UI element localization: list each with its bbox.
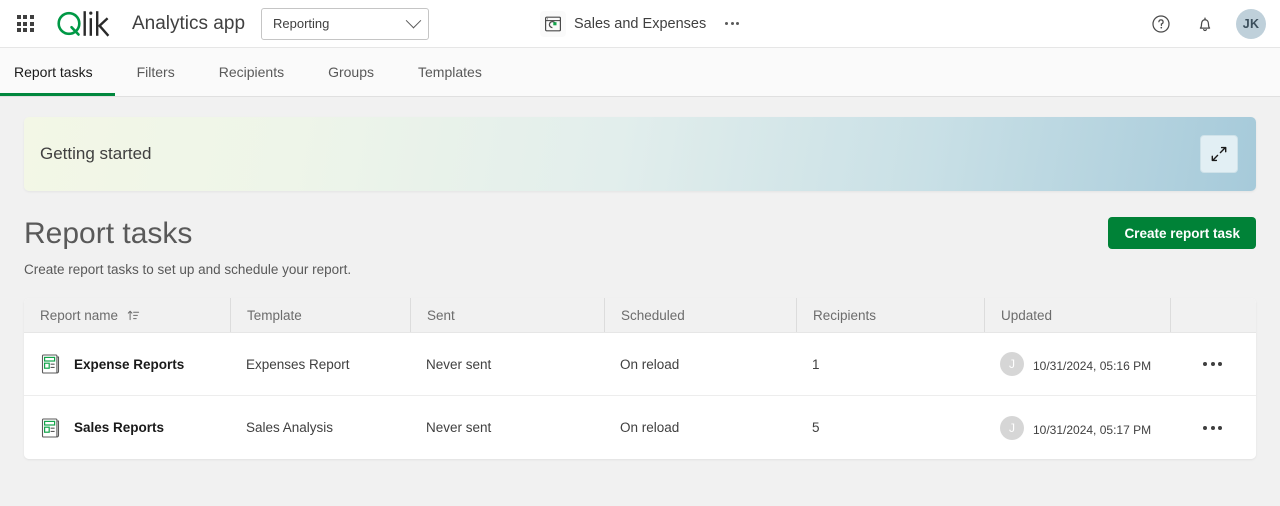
cell-scheduled: On reload — [620, 420, 680, 435]
getting-started-banner[interactable]: Getting started — [24, 117, 1256, 191]
sort-ascending-icon — [127, 310, 140, 320]
cell-sent: Never sent — [426, 356, 492, 372]
cell-recipients: 5 — [812, 420, 820, 435]
report-document-icon — [41, 417, 60, 438]
bell-icon — [1199, 16, 1211, 31]
tab-templates[interactable]: Templates — [396, 48, 504, 96]
cell-template: Expenses Report — [246, 356, 350, 372]
page-header: Report tasks Create report tasks to set … — [24, 217, 1256, 277]
column-header-sent-label: Sent — [427, 307, 455, 323]
app-launcher-button[interactable] — [10, 9, 40, 39]
expand-icon — [1211, 146, 1227, 162]
column-header-report-name-label: Report name — [40, 307, 119, 323]
tab-recipients[interactable]: Recipients — [197, 48, 306, 96]
space-selector-value: Reporting — [273, 16, 330, 31]
column-header-recipients[interactable]: Recipients — [796, 298, 984, 332]
sheet-chart-icon-svg — [545, 16, 562, 31]
expand-banner-button[interactable] — [1200, 135, 1238, 173]
getting-started-title: Getting started — [40, 144, 152, 163]
create-report-task-button[interactable]: Create report task — [1108, 217, 1256, 249]
help-icon — [1152, 14, 1170, 33]
updated-details: 10/31/2024, 05:16 PM — [1033, 355, 1151, 373]
table-header-row: Report name Template Sent Scheduled Reci… — [24, 298, 1256, 333]
row-more-options-button[interactable] — [1199, 418, 1226, 438]
report-name-label: Expense Reports — [74, 356, 185, 372]
grid-icon — [16, 15, 34, 32]
updated-by-avatar: J — [1000, 352, 1024, 376]
app-title: Analytics app — [132, 12, 246, 34]
help-button[interactable] — [1148, 11, 1174, 37]
updated-timestamp: 10/31/2024, 05:17 PM — [1033, 422, 1152, 437]
column-header-updated[interactable]: Updated — [984, 298, 1170, 332]
notifications-button[interactable] — [1192, 11, 1218, 37]
report-document-icon — [41, 354, 60, 374]
updated-by-avatar: J — [1000, 415, 1024, 440]
column-header-scheduled-label: Scheduled — [621, 307, 685, 323]
tab-report-tasks-label: Report tasks — [14, 64, 93, 80]
cell-recipients: 1 — [812, 356, 820, 372]
top-bar: Analytics app Reporting Sales and Expens… — [0, 0, 1280, 48]
tab-recipients-label: Recipients — [218, 64, 285, 80]
tab-report-tasks[interactable]: Report tasks — [0, 48, 115, 96]
table-row[interactable]: Expense Reports Expenses Report Never se… — [24, 333, 1256, 396]
user-avatar[interactable]: JK — [1236, 8, 1266, 39]
column-header-report-name[interactable]: Report name — [24, 298, 230, 332]
column-header-template-label: Template — [247, 307, 302, 323]
column-header-template[interactable]: Template — [230, 298, 410, 332]
cell-report-name: Sales Reports — [24, 396, 230, 459]
column-header-scheduled[interactable]: Scheduled — [604, 298, 796, 332]
top-bar-actions: JK — [1148, 8, 1266, 39]
current-app-breadcrumb: Sales and Expenses — [540, 10, 742, 37]
cell-template: Sales Analysis — [246, 420, 334, 435]
report-name-label: Sales Reports — [74, 420, 165, 435]
tab-filters-label: Filters — [136, 64, 175, 80]
tab-groups[interactable]: Groups — [306, 48, 396, 96]
page-title: Report tasks — [24, 217, 193, 250]
cell-actions — [1170, 396, 1256, 459]
tab-groups-label: Groups — [328, 64, 375, 80]
chevron-down-icon — [405, 12, 422, 29]
section-tabs: Report tasks Filters Recipients Groups T… — [0, 48, 1280, 97]
cell-updated: J 10/31/2024, 05:17 PM — [984, 396, 1170, 459]
space-selector[interactable]: Reporting — [261, 7, 430, 40]
column-header-actions — [1170, 298, 1256, 332]
tab-filters[interactable]: Filters — [115, 48, 197, 96]
qlik-logo[interactable] — [56, 9, 120, 39]
cell-report-name: Expense Reports — [24, 333, 230, 395]
table-row[interactable]: Sales Reports Sales Analysis Never sent … — [24, 396, 1256, 459]
sheet-chart-icon — [540, 10, 566, 37]
cell-scheduled: On reload — [620, 356, 680, 372]
updated-details: 10/31/2024, 05:17 PM — [1033, 419, 1151, 437]
updated-timestamp: 10/31/2024, 05:16 PM — [1033, 359, 1152, 373]
cell-sent: Never sent — [426, 420, 492, 435]
column-header-updated-label: Updated — [1001, 307, 1053, 323]
main-content: Getting started Report tasks Create repo… — [0, 97, 1280, 506]
cell-actions — [1170, 333, 1256, 395]
app-more-options-button[interactable] — [722, 16, 742, 31]
page-subtitle: Create report tasks to set up and schedu… — [24, 262, 352, 277]
column-header-recipients-label: Recipients — [813, 307, 877, 323]
cell-updated: J 10/31/2024, 05:16 PM — [984, 333, 1170, 395]
report-tasks-table: Report name Template Sent Scheduled Reci… — [24, 298, 1256, 459]
qlik-wordmark-icon — [57, 10, 110, 37]
tab-templates-label: Templates — [418, 64, 482, 80]
row-more-options-button[interactable] — [1199, 354, 1226, 374]
column-header-sent[interactable]: Sent — [410, 298, 604, 332]
current-app-name: Sales and Expenses — [574, 15, 707, 32]
